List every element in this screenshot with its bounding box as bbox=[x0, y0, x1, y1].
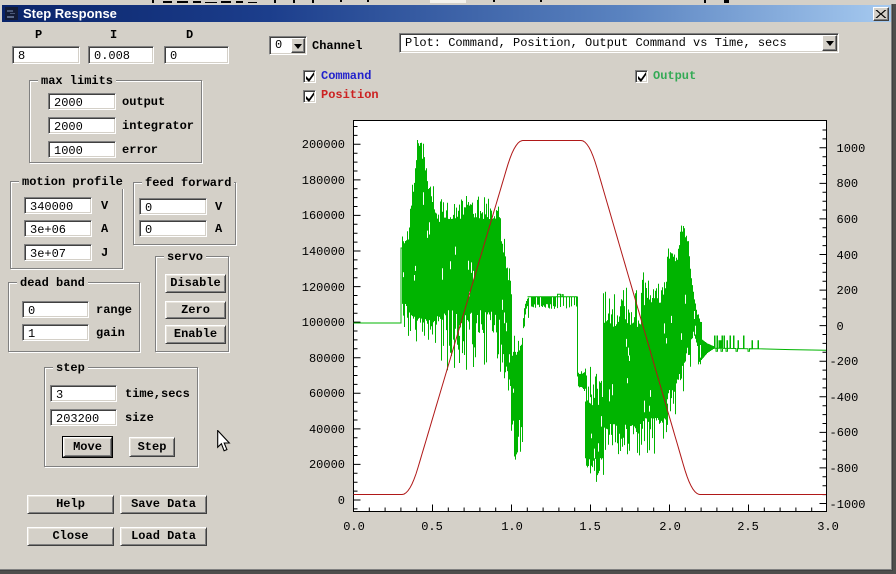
svg-text:0: 0 bbox=[837, 320, 844, 334]
svg-text:160000: 160000 bbox=[302, 209, 345, 223]
svg-text:200000: 200000 bbox=[302, 138, 345, 152]
svg-text:-600: -600 bbox=[830, 426, 859, 440]
svg-text:100000: 100000 bbox=[302, 316, 345, 330]
svg-text:80000: 80000 bbox=[309, 352, 345, 366]
svg-text:140000: 140000 bbox=[302, 245, 345, 259]
svg-text:0: 0 bbox=[338, 494, 345, 508]
svg-text:0.0: 0.0 bbox=[343, 520, 365, 534]
svg-text:0.5: 0.5 bbox=[421, 520, 443, 534]
svg-text:20000: 20000 bbox=[309, 458, 345, 472]
svg-text:60000: 60000 bbox=[309, 387, 345, 401]
svg-text:1000: 1000 bbox=[837, 142, 866, 156]
svg-text:600: 600 bbox=[837, 213, 859, 227]
svg-text:1.5: 1.5 bbox=[579, 520, 601, 534]
svg-text:200: 200 bbox=[837, 284, 859, 298]
svg-text:400: 400 bbox=[837, 249, 859, 263]
svg-text:800: 800 bbox=[837, 177, 859, 191]
svg-text:-400: -400 bbox=[830, 391, 859, 405]
svg-text:2.0: 2.0 bbox=[659, 520, 681, 534]
svg-text:-1000: -1000 bbox=[830, 498, 866, 512]
svg-text:180000: 180000 bbox=[302, 174, 345, 188]
svg-text:2.5: 2.5 bbox=[737, 520, 759, 534]
svg-text:-200: -200 bbox=[830, 355, 859, 369]
svg-text:40000: 40000 bbox=[309, 423, 345, 437]
svg-text:1.0: 1.0 bbox=[501, 520, 523, 534]
svg-text:3.0: 3.0 bbox=[817, 520, 839, 534]
svg-text:120000: 120000 bbox=[302, 281, 345, 295]
svg-text:-800: -800 bbox=[830, 462, 859, 476]
